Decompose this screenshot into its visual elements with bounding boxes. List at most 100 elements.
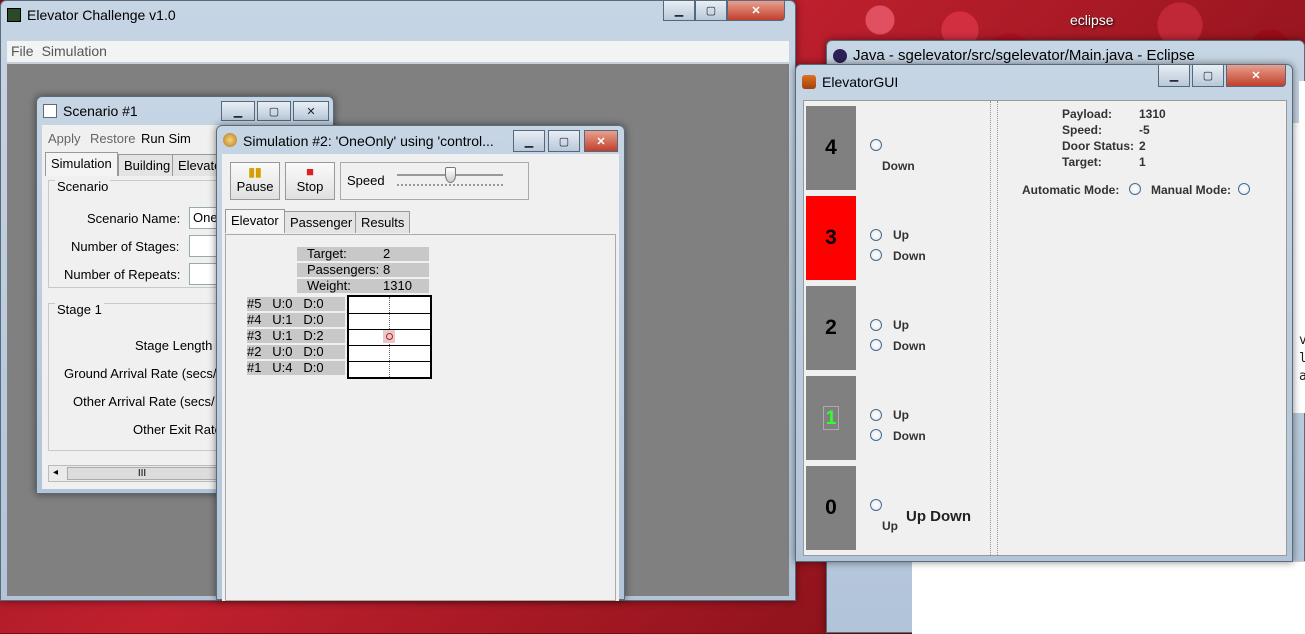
- main-title: Elevator Challenge v1.0: [27, 7, 176, 23]
- simulation-title: Simulation #2: 'OneOnly' using 'control.…: [243, 133, 494, 149]
- floor-2-up-radio[interactable]: [870, 319, 882, 331]
- sim-close-button[interactable]: ✕: [584, 130, 618, 152]
- pause-button[interactable]: ▮▮ Pause: [230, 162, 280, 200]
- sim-maximize-button[interactable]: ▢: [548, 130, 580, 152]
- menu-file[interactable]: File: [11, 43, 34, 59]
- target-status-value: 1: [1139, 155, 1146, 169]
- simulation-window[interactable]: Simulation #2: 'OneOnly' using 'control.…: [216, 125, 625, 601]
- speed-panel: Speed: [340, 162, 529, 200]
- scroll-thumb[interactable]: III: [67, 467, 217, 480]
- floor-3-box: 3: [806, 196, 856, 280]
- pause-icon: ▮▮: [248, 165, 262, 179]
- split-divider[interactable]: [990, 101, 998, 555]
- close-button[interactable]: ✕: [727, 1, 785, 21]
- speed-status-value: -5: [1139, 123, 1150, 137]
- gui-titlebar[interactable]: ElevatorGUI ▁ ▢ ✕: [796, 65, 1292, 93]
- floor-0-up-down-label: Up Down: [906, 508, 971, 525]
- maximize-button[interactable]: ▢: [695, 1, 727, 21]
- floor-4-down-label: Down: [882, 159, 915, 173]
- floor-1-down-radio[interactable]: [870, 429, 882, 441]
- elevator-car: [383, 330, 395, 343]
- gui-close-button[interactable]: ✕: [1226, 65, 1286, 87]
- floor-3-down-radio[interactable]: [870, 249, 882, 261]
- floor-1-label: #1 U:4 D:0: [247, 361, 345, 375]
- scroll-left-arrow-icon[interactable]: ◂: [53, 467, 58, 478]
- eclipse-icon: [833, 49, 847, 63]
- floor-3-up-radio[interactable]: [870, 229, 882, 241]
- floor-0-up-label: Up: [882, 519, 898, 533]
- minimize-button[interactable]: ▁: [663, 1, 695, 21]
- gears-icon: [223, 133, 237, 147]
- speed-slider-ticks: [397, 184, 503, 186]
- target-info: Target: 2: [297, 247, 429, 261]
- simulation-content: ▮▮ Pause ■ Stop Speed Elevator Passenger…: [222, 154, 619, 601]
- floor-3-down-label: Down: [893, 249, 926, 263]
- floor-1-box: 1: [806, 376, 856, 460]
- scenario-group-label: Scenario: [55, 179, 111, 194]
- scenario-title: Scenario #1: [63, 103, 138, 119]
- main-menubar: File Simulation: [7, 41, 789, 63]
- elevator-shaft: [347, 295, 432, 379]
- java-icon: [802, 75, 816, 89]
- floor-1-up-label: Up: [893, 408, 909, 422]
- floor-4-label: #4 U:1 D:0: [247, 313, 345, 327]
- scenario-close-button[interactable]: ✕: [293, 101, 329, 121]
- weight-info: Weight: 1310: [297, 279, 429, 293]
- floor-2-up-label: Up: [893, 318, 909, 332]
- menu-simulation[interactable]: Simulation: [42, 43, 107, 59]
- floor-2-down-radio[interactable]: [870, 339, 882, 351]
- gui-maximize-button[interactable]: ▢: [1192, 65, 1224, 87]
- scenario-minimize-button[interactable]: ▁: [221, 101, 255, 121]
- floor-2-box: 2: [806, 286, 856, 370]
- stop-button[interactable]: ■ Stop: [285, 162, 335, 200]
- stop-icon: ■: [306, 164, 314, 179]
- desktop-eclipse-label[interactable]: eclipse: [1070, 12, 1114, 28]
- elevator-panel: Target: 2 Passengers: 8 Weight: 1310 #5 …: [225, 234, 616, 601]
- run-sim-button[interactable]: Run Sim: [141, 131, 191, 146]
- floor-0-box: 0: [806, 466, 856, 550]
- stage-group-label: Stage 1: [55, 302, 104, 317]
- tab-building[interactable]: Building: [118, 154, 177, 176]
- scenario-maximize-button[interactable]: ▢: [257, 101, 291, 121]
- restore-button[interactable]: Restore: [90, 131, 136, 146]
- simulation-titlebar[interactable]: Simulation #2: 'OneOnly' using 'control.…: [217, 126, 624, 154]
- sim-minimize-button[interactable]: ▁: [513, 130, 545, 152]
- scenario-name-label: Scenario Name:: [87, 211, 181, 226]
- scenario-titlebar[interactable]: Scenario #1 ▁ ▢ ✕: [37, 97, 333, 125]
- floor-3-label: #3 U:1 D:2: [247, 329, 345, 343]
- speed-label: Speed: [347, 173, 385, 188]
- other-arrival-rate-label: Other Arrival Rate (secs/: [73, 394, 215, 409]
- gui-content: 4 Down 3 Up Down 2 Up Down 1 Up Down 0 U…: [803, 100, 1287, 556]
- tab-elevator[interactable]: Elevator: [225, 209, 285, 233]
- speed-status-label: Speed:: [1062, 123, 1103, 137]
- floor-4-down-radio[interactable]: [870, 139, 882, 151]
- elevator-gui-window[interactable]: ElevatorGUI ▁ ▢ ✕ 4 Down 3 Up Down 2 Up …: [795, 64, 1293, 562]
- floor-4-box: 4: [806, 106, 856, 190]
- document-icon: [43, 104, 57, 118]
- ground-arrival-rate-label: Ground Arrival Rate (secs/: [64, 366, 217, 381]
- tab-simulation[interactable]: Simulation: [45, 152, 118, 176]
- door-status-label: Door Status:: [1062, 139, 1134, 153]
- manual-mode-radio[interactable]: [1238, 183, 1250, 195]
- passengers-info: Passengers: 8: [297, 263, 429, 277]
- payload-label: Payload:: [1062, 107, 1113, 121]
- speed-slider-thumb[interactable]: [445, 167, 456, 183]
- floor-2-label: #2 U:0 D:0: [247, 345, 345, 359]
- app-icon: [7, 8, 21, 22]
- floor-1-indicator: 1: [823, 406, 839, 430]
- automatic-mode-radio[interactable]: [1129, 183, 1141, 195]
- floor-0-up-radio[interactable]: [870, 499, 882, 511]
- apply-button[interactable]: Apply: [48, 131, 81, 146]
- stage-length-label: Stage Length (: [135, 338, 221, 353]
- number-of-stages-label: Number of Stages:: [71, 239, 180, 254]
- gui-minimize-button[interactable]: ▁: [1158, 65, 1190, 87]
- tab-results[interactable]: Results: [355, 211, 411, 233]
- floor-3-up-label: Up: [893, 228, 909, 242]
- gui-title: ElevatorGUI: [822, 74, 899, 90]
- floor-1-up-radio[interactable]: [870, 409, 882, 421]
- tab-passenger[interactable]: Passenger: [284, 211, 359, 233]
- eclipse-console[interactable]: [912, 561, 1305, 634]
- floor-2-down-label: Down: [893, 339, 926, 353]
- main-titlebar[interactable]: Elevator Challenge v1.0 ▁ ▢ ✕: [1, 1, 795, 29]
- target-status-label: Target:: [1062, 155, 1102, 169]
